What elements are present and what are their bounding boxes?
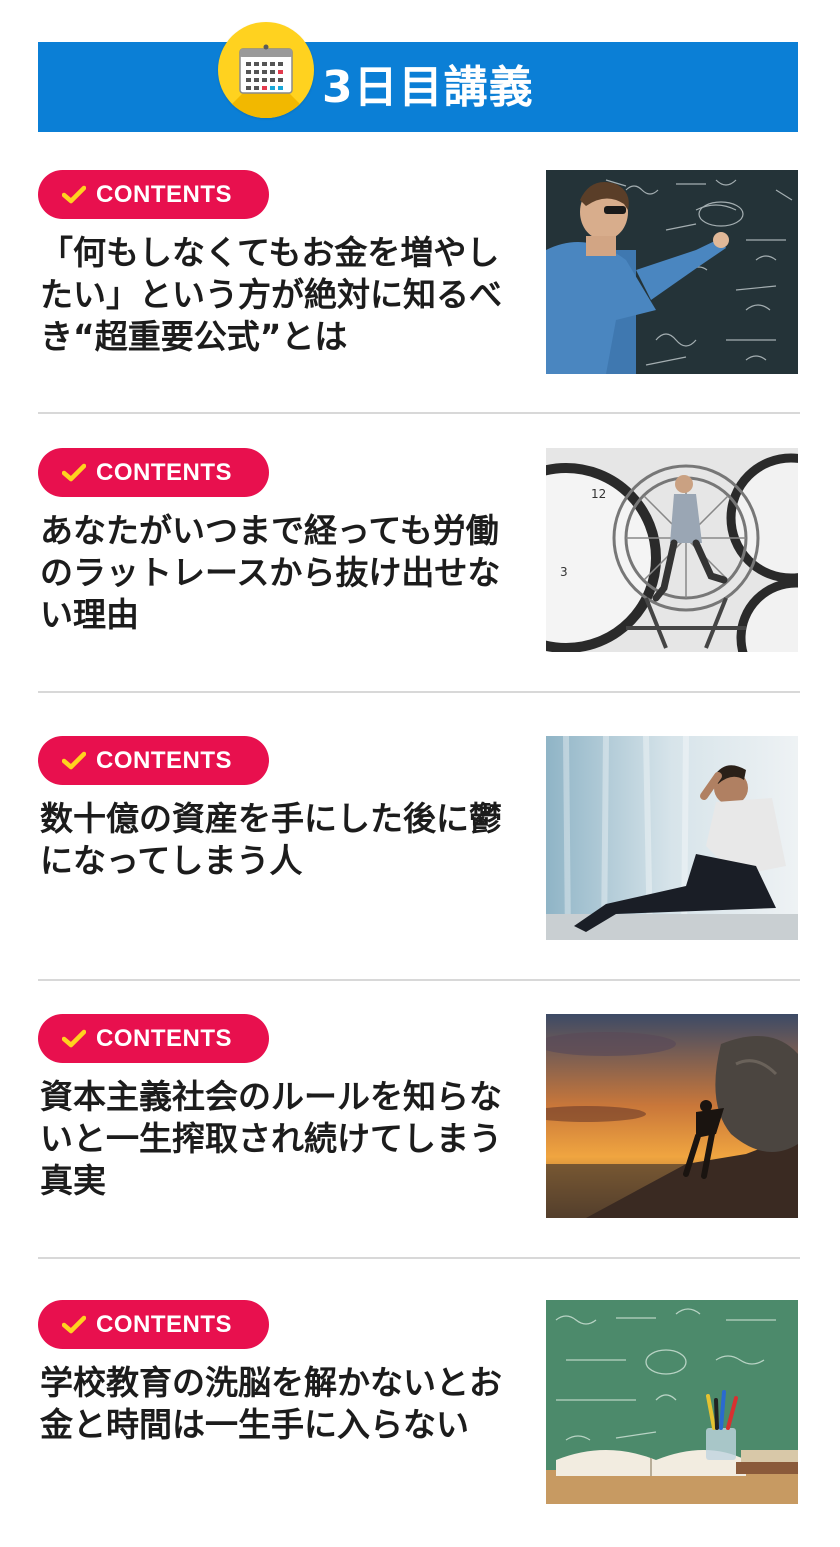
item-title[interactable]: 「何もしなくてもお金を増やしたい」という方が絶対に知るべき“超重要公式”とは xyxy=(40,232,516,358)
page-title: 3日目講義 xyxy=(322,62,534,113)
contents-label: CONTENTS xyxy=(96,459,232,486)
check-icon xyxy=(62,185,86,204)
check-icon xyxy=(62,463,86,482)
contents-label: CONTENTS xyxy=(96,1025,232,1052)
item-title[interactable]: 学校教育の洗脳を解かないとお金と時間は一生手に入らない xyxy=(40,1362,516,1446)
contents-badge: CONTENTS xyxy=(38,448,269,497)
item-title[interactable]: あなたがいつまで経っても労働のラットレースから抜け出せない理由 xyxy=(40,510,516,636)
thumbnail-image[interactable] xyxy=(546,736,798,940)
calendar-icon xyxy=(218,22,314,118)
divider xyxy=(38,691,800,693)
contents-label: CONTENTS xyxy=(96,181,232,208)
contents-badge: CONTENTS xyxy=(38,170,269,219)
contents-badge: CONTENTS xyxy=(38,1300,269,1349)
divider xyxy=(38,979,800,981)
thumbnail-image[interactable] xyxy=(546,1014,798,1218)
check-icon xyxy=(62,1029,86,1048)
contents-label: CONTENTS xyxy=(96,1311,232,1338)
check-icon xyxy=(62,751,86,770)
svg-text:3: 3 xyxy=(560,565,568,579)
item-title[interactable]: 資本主義社会のルールを知らないと一生搾取され続けてしまう真実 xyxy=(40,1076,516,1202)
contents-label: CONTENTS xyxy=(96,747,232,774)
item-title[interactable]: 数十億の資産を手にした後に鬱になってしまう人 xyxy=(40,798,516,882)
thumbnail-image[interactable] xyxy=(546,1300,798,1504)
thumbnail-image[interactable] xyxy=(546,170,798,374)
check-icon xyxy=(62,1315,86,1334)
contents-badge: CONTENTS xyxy=(38,736,269,785)
divider xyxy=(38,412,800,414)
thumbnail-image[interactable]: 12 3 xyxy=(546,448,798,652)
contents-badge: CONTENTS xyxy=(38,1014,269,1063)
divider xyxy=(38,1257,800,1259)
svg-text:12: 12 xyxy=(591,487,606,501)
